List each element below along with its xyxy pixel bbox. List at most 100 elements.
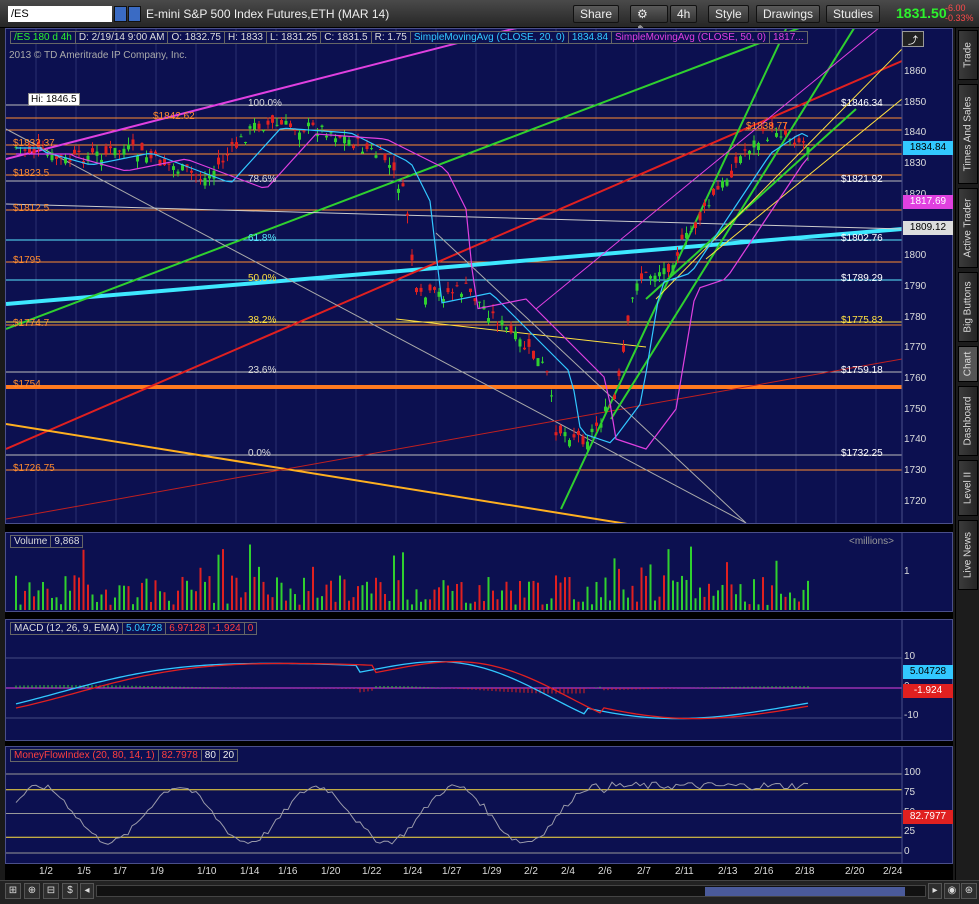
mfi-oversold: 20: [218, 749, 239, 762]
candle-body: [347, 139, 351, 146]
candle-body: [802, 141, 805, 143]
study-header-item: H: 1833: [223, 31, 267, 44]
volume-bar: [37, 590, 40, 610]
macd-label: MACD (12, 26, 9, EMA): [10, 622, 124, 635]
volume-bar: [559, 582, 562, 610]
symbol-dropdown-icon[interactable]: [114, 6, 127, 22]
volume-bar: [577, 601, 580, 610]
macd-pane[interactable]: MACD (12, 26, 9, EMA) 5.04728 6.97128 -1.92…: [5, 619, 953, 741]
scrollbar-thumb[interactable]: [705, 887, 905, 896]
candle-body: [649, 276, 652, 279]
scroll-right-icon[interactable]: ▸: [928, 883, 942, 899]
fit-icon[interactable]: ⊛: [961, 883, 977, 899]
side-tab[interactable]: Active Trader: [958, 188, 978, 268]
link-icon[interactable]: [128, 6, 141, 22]
candle-body: [311, 122, 315, 125]
candle-body: [230, 142, 234, 145]
scroll-left-icon[interactable]: ◂: [80, 883, 94, 899]
candle-body: [293, 129, 297, 131]
volume-bar: [181, 576, 184, 610]
candle-body: [748, 150, 751, 154]
volume-pane[interactable]: Volume 9,868 <millions> 1: [5, 532, 953, 612]
price-pane[interactable]: /ES 180 d 4h D: 2/19/14 9:00 AM O: 1832.75…: [5, 28, 953, 524]
chart-area[interactable]: /ES 180 d 4h D: 2/19/14 9:00 AM O: 1832.75…: [5, 28, 953, 880]
trend-line: [535, 29, 879, 310]
fib-peak-label: $1838.77: [746, 121, 788, 132]
level-label: $1823.5: [13, 168, 50, 179]
percent-change: -0.33%: [945, 13, 974, 23]
fib-percent-label: 23.6%: [248, 365, 277, 376]
net-change: -6.00: [945, 3, 966, 13]
drawings-button[interactable]: Drawings: [756, 5, 821, 23]
candle-body: [730, 170, 733, 178]
side-tab[interactable]: Times And Sales: [958, 84, 978, 184]
zoom-icon[interactable]: ⊕: [24, 883, 40, 899]
date-tick: 2/20: [845, 866, 865, 877]
zoom-in-icon[interactable]: ⊞: [5, 883, 21, 899]
period-button[interactable]: 4h: [670, 5, 698, 23]
zoom-reset-icon[interactable]: ◉: [944, 883, 960, 899]
candle-body: [46, 154, 49, 156]
volume-bar: [685, 579, 688, 610]
volume-bar: [294, 594, 296, 610]
candle-body: [253, 122, 256, 130]
candle-body: [244, 141, 247, 143]
volume-bar: [307, 591, 310, 610]
candle-body: [721, 180, 724, 188]
mfi-pane[interactable]: MoneyFlowIndex (20, 80, 14, 1) 82.7978 80 2…: [5, 746, 953, 864]
volume-bar: [127, 586, 130, 610]
price-tick: 1830: [904, 158, 927, 170]
macd-plot: [6, 620, 903, 740]
volume-bar: [730, 584, 733, 610]
candle-body: [743, 149, 747, 151]
volume-bar: [393, 555, 395, 610]
side-tab[interactable]: Level II: [958, 460, 978, 516]
side-tab[interactable]: Big Buttons: [958, 272, 978, 342]
volume-bar: [676, 581, 679, 610]
candle-body: [109, 146, 112, 149]
candle-body: [307, 122, 310, 127]
candle-body: [406, 213, 409, 216]
candle-body: [775, 133, 778, 137]
level-label: $1754: [13, 379, 41, 390]
candle-body: [640, 273, 643, 280]
fib-price-label: $1732.25: [841, 448, 883, 459]
side-tab[interactable]: Chart: [958, 346, 978, 382]
volume-bar: [303, 577, 305, 610]
candle-body: [226, 154, 229, 156]
study-header-item: SimpleMovingAvg (CLOSE, 50, 0): [611, 31, 771, 44]
zoom-out-icon[interactable]: ⊟: [43, 883, 59, 899]
tools-button[interactable]: ⚙ ✎: [630, 5, 668, 37]
volume-bar: [501, 590, 503, 610]
volume-bar: [447, 585, 449, 610]
chart-settings-icon[interactable]: ⤴: [902, 31, 924, 47]
sma50-tag: 1817.69: [903, 195, 953, 209]
candle-body: [199, 179, 202, 181]
side-tab[interactable]: Dashboard: [958, 386, 978, 456]
macd-zero: 0: [243, 622, 258, 635]
dollar-icon[interactable]: $: [62, 883, 78, 899]
symbol-input[interactable]: /ES: [8, 6, 112, 22]
trend-line: [6, 358, 903, 520]
volume-bar: [240, 597, 242, 610]
volume-bar: [654, 600, 656, 610]
candle-body: [518, 339, 522, 347]
date-tick: 2/13: [718, 866, 738, 877]
mfi-tick: 100: [904, 767, 921, 778]
studies-button[interactable]: Studies: [826, 5, 881, 23]
side-tab[interactable]: Trade: [958, 30, 978, 80]
side-tab[interactable]: Live News: [958, 520, 978, 590]
candle-body: [757, 143, 760, 151]
candle-body: [217, 157, 220, 165]
volume-bar: [190, 589, 193, 610]
volume-bar: [96, 601, 98, 610]
style-button[interactable]: Style: [708, 5, 749, 23]
study-header-item: D: 2/19/14 9:00 AM: [74, 31, 169, 44]
candle-body: [176, 171, 180, 174]
volume-bar: [424, 599, 427, 610]
share-button[interactable]: Share: [573, 5, 620, 23]
candle-body: [599, 423, 603, 428]
volume-bar: [91, 594, 94, 610]
volume-bar: [33, 596, 35, 610]
time-scrollbar[interactable]: [96, 885, 926, 897]
